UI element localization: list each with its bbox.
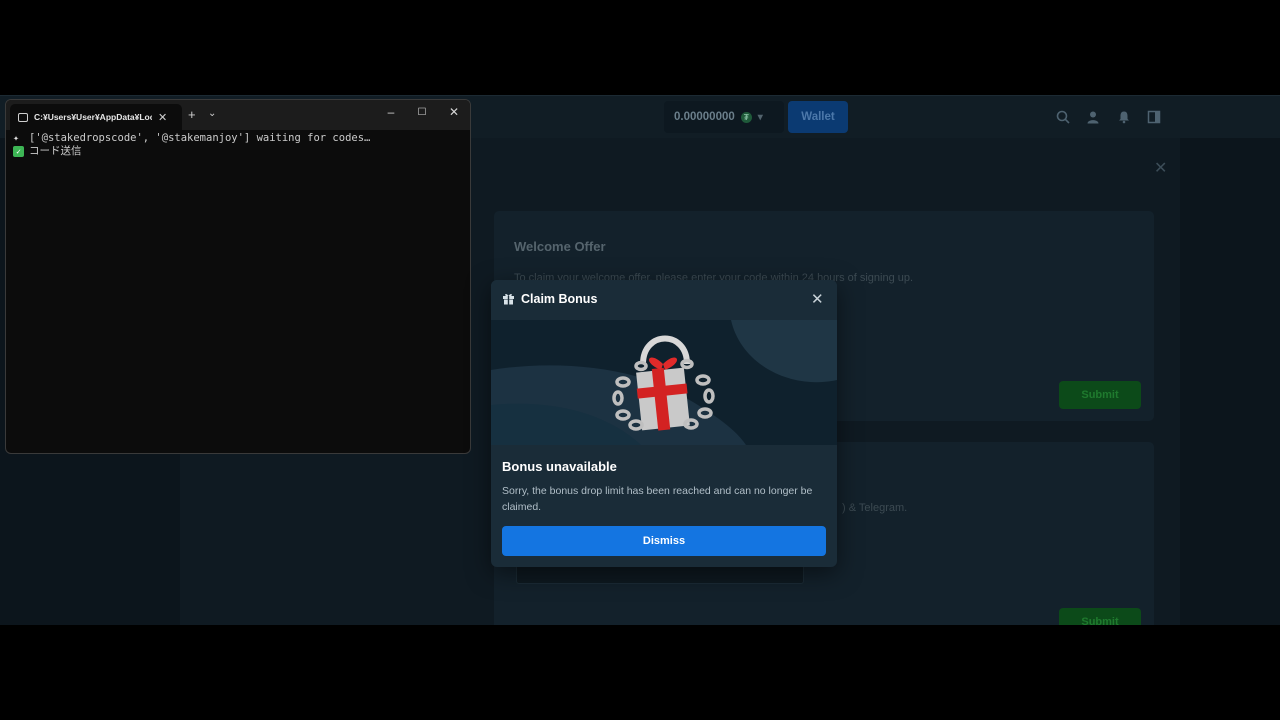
terminal-tab-title: C:¥Users¥User¥AppData¥Loca [34, 112, 152, 122]
terminal-output: ✦ ['@stakedropscode', '@stakemanjoy'] wa… [13, 132, 370, 158]
close-icon[interactable]: ✕ [811, 290, 824, 308]
bell-icon[interactable] [1115, 108, 1133, 126]
new-tab-icon[interactable]: + [188, 107, 196, 122]
close-icon[interactable]: ✕ [1154, 158, 1167, 178]
terminal-tab[interactable]: C:¥Users¥User¥AppData¥Loca ✕ [10, 104, 182, 130]
terminal-line: ✓ コード送信 [13, 145, 370, 158]
bonus-status-message: Sorry, the bonus drop limit has been rea… [502, 485, 813, 513]
terminal-window: C:¥Users¥User¥AppData¥Loca ✕ + ⌄ – ☐ ✕ ✦… [5, 99, 471, 454]
modal-header: Claim Bonus ✕ [491, 280, 837, 320]
chevron-down-icon: ▾ [757, 111, 763, 123]
maximize-icon[interactable]: ☐ [414, 107, 430, 118]
user-icon[interactable] [1084, 108, 1102, 126]
search-icon[interactable] [1054, 108, 1072, 126]
tether-icon: ₮ [740, 111, 752, 123]
letterbox-bottom [0, 625, 1280, 720]
tab-close-icon[interactable]: ✕ [158, 111, 167, 124]
balance-selector[interactable]: 0.00000000 ₮ ▾ [664, 101, 784, 133]
claim-bonus-modal: Claim Bonus ✕ Bonus unavailable Sorry, t… [491, 280, 837, 567]
wallet-button[interactable]: Wallet [788, 101, 848, 133]
modal-title: Claim Bonus [521, 292, 598, 306]
drop-submit-button[interactable]: Submit [1059, 608, 1141, 625]
welcome-submit-button[interactable]: Submit [1059, 381, 1141, 409]
dismiss-button[interactable]: Dismiss [502, 526, 826, 556]
letterbox-top [0, 0, 1280, 95]
check-icon: ✓ [13, 146, 24, 157]
minimize-icon[interactable]: – [383, 105, 399, 119]
locked-gift-illustration [491, 320, 837, 445]
terminal-icon [18, 112, 28, 122]
bonus-status-heading: Bonus unavailable [502, 459, 617, 474]
balance-amount: 0.00000000 [674, 111, 735, 123]
terminal-line: ✦ ['@stakedropscode', '@stakemanjoy'] wa… [13, 132, 371, 144]
sparkle-icon: ✦ [13, 133, 20, 144]
window-close-icon[interactable]: ✕ [446, 105, 462, 119]
gift-icon [502, 292, 516, 306]
terminal-titlebar: C:¥Users¥User¥AppData¥Loca ✕ + ⌄ – ☐ ✕ [6, 100, 470, 130]
drop-code-text: ) & Telegram. [842, 502, 908, 514]
welcome-offer-title: Welcome Offer [514, 239, 606, 254]
sidebar-toggle-icon[interactable] [1145, 108, 1163, 126]
chevron-down-icon[interactable]: ⌄ [208, 108, 216, 119]
